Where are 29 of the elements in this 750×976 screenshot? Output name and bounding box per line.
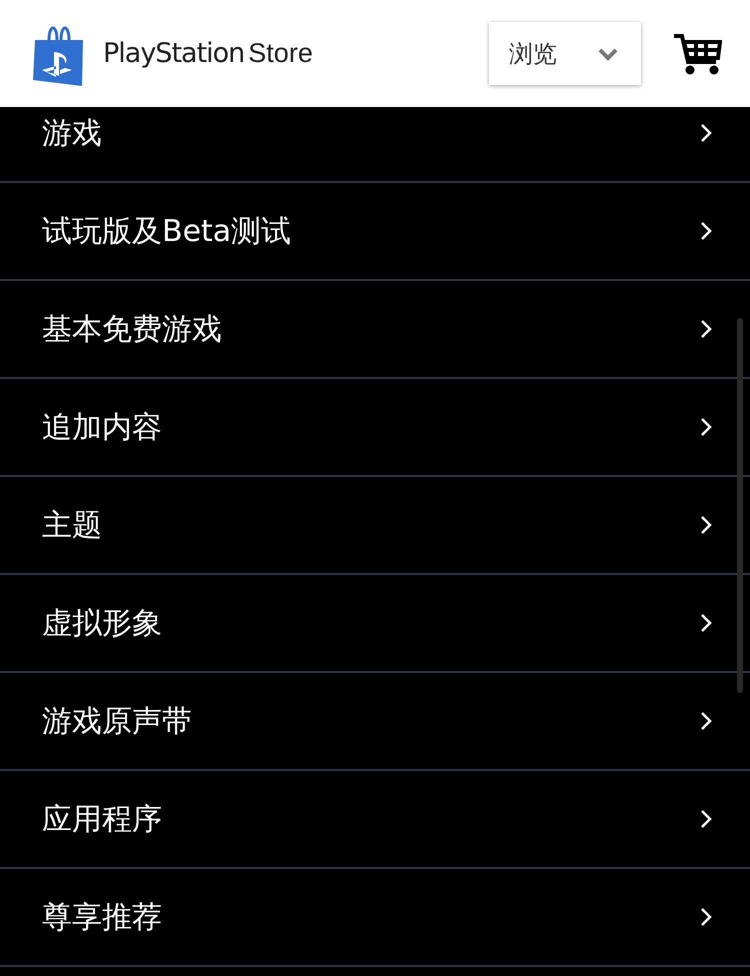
chevron-right-icon: [700, 613, 712, 633]
category-label: 基本免费游戏: [42, 310, 222, 348]
chevron-right-icon: [700, 907, 712, 927]
category-label: 应用程序: [42, 800, 162, 838]
chevron-right-icon: [700, 515, 712, 535]
chevron-right-icon: [700, 319, 712, 339]
chevron-down-icon: [597, 46, 619, 60]
category-row[interactable]: 尊享推荐: [0, 869, 750, 967]
chevron-right-icon: [700, 417, 712, 437]
category-label: 虚拟形象: [42, 604, 162, 642]
category-row[interactable]: 试玩版及Beta测试: [0, 183, 750, 281]
logo-store-text: Store: [248, 36, 313, 70]
scrollbar-thumb[interactable]: [737, 318, 743, 693]
category-label: 游戏原声带: [42, 702, 192, 740]
category-label: 游戏: [42, 114, 102, 152]
chevron-right-icon: [700, 809, 712, 829]
category-label: 主题: [42, 506, 102, 544]
chevron-right-icon: [700, 123, 712, 143]
category-row[interactable]: 游戏: [0, 107, 750, 183]
category-label: 追加内容: [42, 408, 162, 446]
category-label: 尊享推荐: [42, 898, 162, 936]
category-label: 试玩版及Beta测试: [42, 212, 292, 250]
category-row[interactable]: 游戏原声带: [0, 673, 750, 771]
cart-icon[interactable]: [674, 32, 722, 76]
chevron-right-icon: [700, 711, 712, 731]
logo-wordmark: PlayStation: [103, 36, 244, 71]
category-row[interactable]: 应用程序: [0, 771, 750, 869]
chevron-right-icon: [700, 221, 712, 241]
browse-dropdown[interactable]: 浏览: [489, 22, 641, 85]
